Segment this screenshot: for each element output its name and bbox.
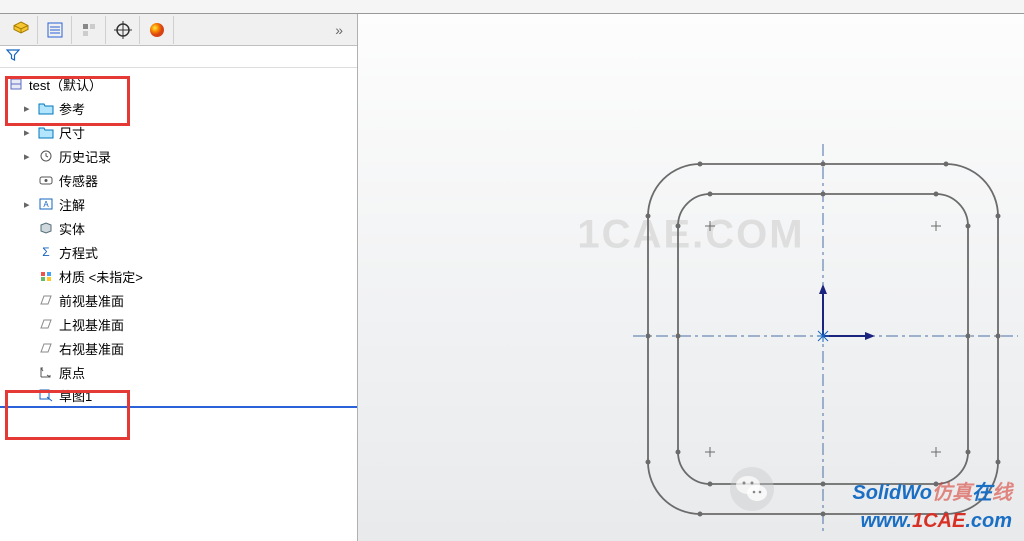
wm-text: 线 — [992, 482, 1012, 504]
watermark-url: www.1CAE.com — [860, 510, 1012, 533]
svg-text:A: A — [43, 200, 49, 209]
tab-property-manager[interactable] — [38, 16, 72, 44]
ball-icon — [148, 21, 166, 39]
tree-item-dims[interactable]: ▸ 尺寸 — [0, 120, 357, 144]
watermark-center: 1CAE.COM — [577, 213, 804, 258]
panel-tab-strip: » — [0, 14, 357, 46]
chevron-right-icon: ▸ — [24, 126, 36, 139]
tree-item-label: 方程式 — [59, 243, 98, 262]
svg-text:Σ: Σ — [42, 245, 49, 259]
tree-item-label: 右视基准面 — [59, 339, 124, 358]
tab-dimxpert[interactable] — [106, 16, 140, 44]
panel-expand-button[interactable]: » — [325, 22, 353, 38]
list-icon — [46, 21, 64, 39]
tree-root[interactable]: test（默认） — [0, 72, 357, 96]
watermark-brand: SolidWo仿真在线 — [852, 476, 1012, 505]
chevron-right-icon: ▸ — [24, 150, 36, 163]
target-icon — [114, 21, 132, 39]
tree-item-body[interactable]: 实体 — [0, 216, 357, 240]
tree-item-label: 前视基准面 — [59, 291, 124, 310]
material-icon — [36, 267, 56, 285]
chevron-right-icon: ▸ — [24, 198, 36, 211]
tree-item-plane-right[interactable]: 右视基准面 — [0, 336, 357, 360]
wm-text: www. — [860, 510, 911, 532]
annotation-icon: A — [36, 195, 56, 213]
tree-item-equation[interactable]: Σ 方程式 — [0, 240, 357, 264]
wm-text: SolidWo — [852, 482, 932, 504]
plane-icon — [36, 339, 56, 357]
tree-item-refs[interactable]: ▸ 参考 — [0, 96, 357, 120]
tree-item-label: 注解 — [59, 195, 85, 214]
tree-item-origin[interactable]: 原点 — [0, 360, 357, 384]
funnel-icon[interactable] — [6, 49, 20, 61]
tab-display-manager[interactable] — [140, 16, 174, 44]
wm-text: 在 — [972, 482, 992, 504]
tree-item-plane-top[interactable]: 上视基准面 — [0, 312, 357, 336]
plane-icon — [36, 315, 56, 333]
wm-text: .com — [965, 510, 1012, 532]
feature-tree-panel: » test（默认） ▸ 参考 ▸ 尺寸 — [0, 14, 358, 541]
chevron-right-icon: ▸ — [24, 102, 36, 115]
tree-item-label: 草图1 — [59, 386, 92, 405]
graphics-viewport[interactable]: 1CAE.COM — [358, 14, 1024, 541]
config-icon — [80, 21, 98, 39]
folder-icon — [36, 123, 56, 141]
feature-tree: test（默认） ▸ 参考 ▸ 尺寸 ▸ 历史记录 传感器 — [0, 68, 357, 412]
tree-item-history[interactable]: ▸ 历史记录 — [0, 144, 357, 168]
tree-item-label: 参考 — [59, 99, 85, 118]
equation-icon: Σ — [36, 243, 56, 261]
ribbon-strip — [0, 0, 1024, 14]
history-icon — [36, 147, 56, 165]
tab-feature-manager[interactable] — [4, 16, 38, 44]
body-icon — [36, 219, 56, 237]
tree-item-label: 原点 — [59, 363, 85, 382]
part-icon — [6, 75, 26, 93]
tree-filter-row — [0, 46, 357, 68]
tree-item-label: 材质 <未指定> — [59, 267, 143, 286]
wm-text: 仿真 — [932, 482, 972, 504]
tab-configuration-manager[interactable] — [72, 16, 106, 44]
tree-item-label: 历史记录 — [59, 147, 111, 166]
sketch-geometry — [358, 14, 1024, 541]
cube-icon — [12, 21, 30, 39]
wm-text: 1CAE — [912, 510, 965, 532]
tree-item-label: 实体 — [59, 219, 85, 238]
tree-root-label: test（默认） — [29, 75, 102, 94]
tree-item-sensor[interactable]: 传感器 — [0, 168, 357, 192]
tree-item-label: 传感器 — [59, 171, 98, 190]
plane-icon — [36, 291, 56, 309]
tree-item-material[interactable]: 材质 <未指定> — [0, 264, 357, 288]
wechat-icon — [730, 467, 774, 511]
folder-icon — [36, 99, 56, 117]
tree-item-label: 尺寸 — [59, 123, 85, 142]
sensor-icon — [36, 171, 56, 189]
origin-icon — [36, 363, 56, 381]
tree-item-sketch1[interactable]: 草图1 — [0, 384, 357, 408]
tree-item-annot[interactable]: ▸ A 注解 — [0, 192, 357, 216]
main-area: » test（默认） ▸ 参考 ▸ 尺寸 — [0, 14, 1024, 541]
tree-item-plane-front[interactable]: 前视基准面 — [0, 288, 357, 312]
tree-item-label: 上视基准面 — [59, 315, 124, 334]
sketch-icon — [36, 386, 56, 404]
